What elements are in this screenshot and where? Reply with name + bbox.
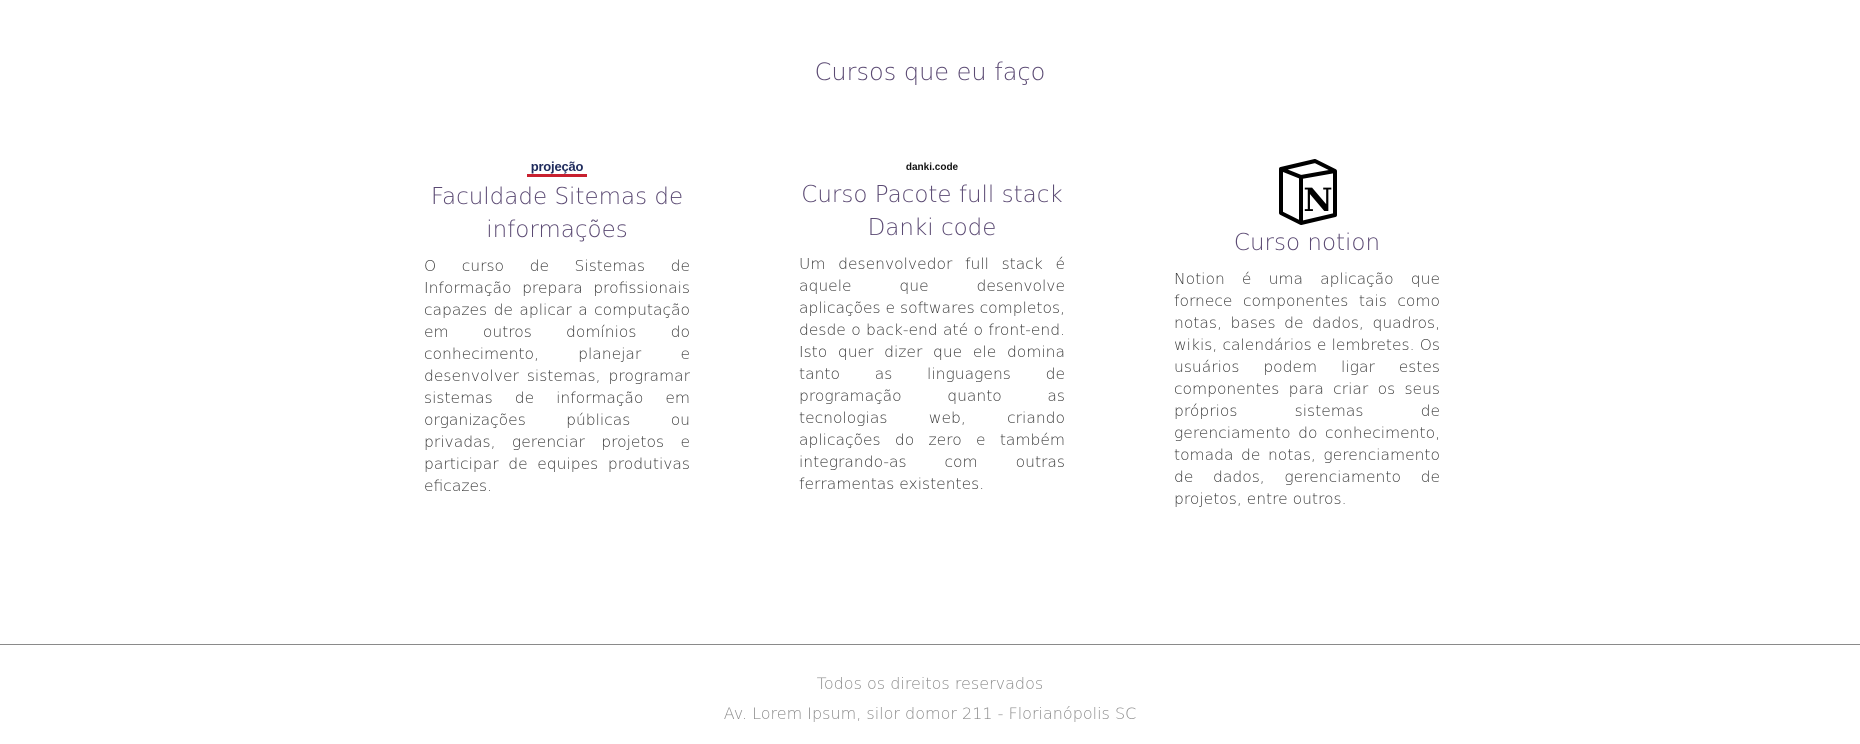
course-card-projecao: projeção Faculdade Sitemas de informaçõe… <box>424 159 690 497</box>
course-description: O curso de Sistemas de Informação prepar… <box>424 257 690 495</box>
footer-rights: Todos os direitos reservados <box>816 674 1044 693</box>
course-card-notion: N Curso notion Notion é uma aplicação qu… <box>1174 159 1440 510</box>
projecao-logo-icon: projeção <box>526 159 588 177</box>
course-card-danki: danki.code Curso Pacote full stack Danki… <box>774 161 1090 495</box>
footer-divider <box>0 644 1860 645</box>
course-title: Curso notion <box>1233 230 1381 256</box>
svg-text:N: N <box>1303 181 1332 219</box>
section-title: Cursos que eu faço <box>814 58 1046 86</box>
notion-logo-icon: N <box>1275 159 1339 225</box>
course-description: Notion é uma aplicação que fornece compo… <box>1174 270 1440 508</box>
projecao-logo-text: projeção <box>530 159 584 174</box>
footer-address: Av. Lorem Ipsum, silor domor 211 - Flori… <box>723 704 1137 723</box>
course-title: Curso Pacote full stack Danki code <box>801 182 1063 241</box>
course-description: Um desenvolvedor full stack é aquele que… <box>799 255 1065 493</box>
course-title: Faculdade Sitemas de informações <box>430 184 684 243</box>
danki-code-logo-icon: danki.code <box>905 162 959 173</box>
